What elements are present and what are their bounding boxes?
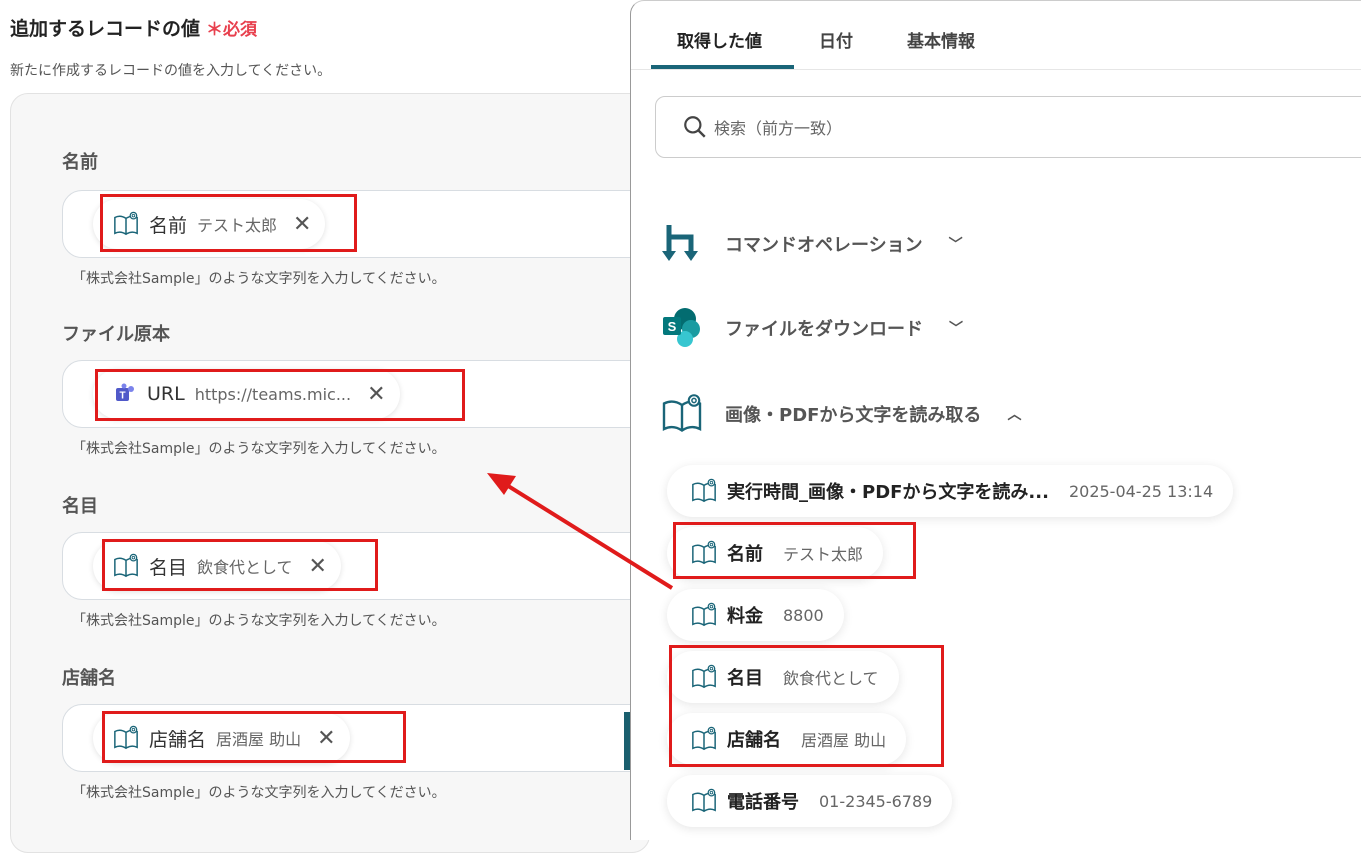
annotation-arrow <box>487 473 674 590</box>
